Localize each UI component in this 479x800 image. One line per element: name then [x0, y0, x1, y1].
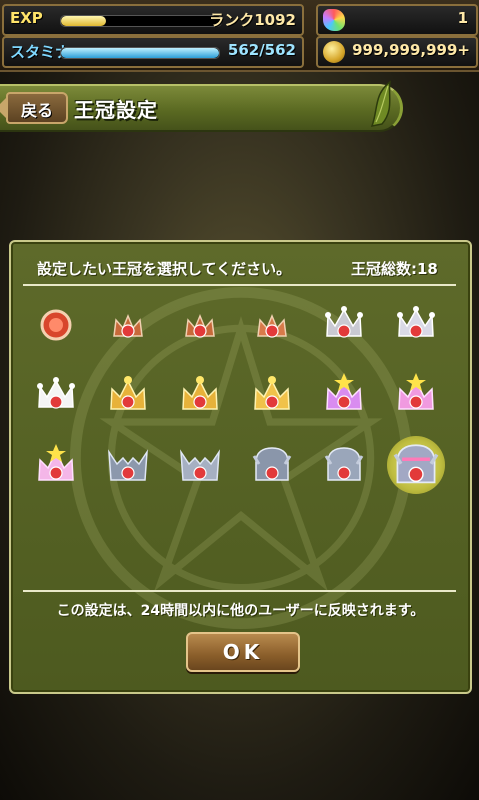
- magic-stone-icon: [323, 9, 345, 31]
- stamina-bar: [60, 47, 220, 59]
- crown-8-icon[interactable]: [103, 369, 153, 419]
- crown-14-icon[interactable]: [103, 440, 153, 490]
- instruction-text: 設定したい王冠を選択してください。: [37, 260, 292, 278]
- divider: [23, 284, 456, 286]
- crown-11-icon[interactable]: [319, 369, 369, 419]
- crown-10-icon[interactable]: [247, 369, 297, 419]
- stamina-panel: スタミナ 562/562: [2, 36, 304, 68]
- crown-count: 王冠総数:18: [351, 260, 438, 278]
- divider: [23, 590, 456, 592]
- crown-12-icon[interactable]: [391, 369, 441, 419]
- page-title: 王冠設定: [74, 98, 158, 122]
- coin-count: 999,999,999+: [352, 41, 470, 59]
- leaf-ornament-icon: [370, 80, 391, 127]
- crown-6-icon[interactable]: [391, 298, 441, 348]
- crown-1-icon[interactable]: [31, 298, 81, 348]
- coin-icon: [323, 41, 345, 63]
- back-label: 戻る: [20, 101, 53, 120]
- notice-text: この設定は、24時間以内に他のユーザーに反映されます。: [56, 603, 425, 619]
- crown-9-icon[interactable]: [175, 369, 225, 419]
- stamina-text: 562/562: [227, 41, 296, 59]
- crown-2-icon[interactable]: [103, 298, 153, 348]
- status-bar: EXP ランク1092 スタミナ 562/562 1 999,999,999+: [0, 0, 479, 72]
- coin-panel: 999,999,999+: [316, 36, 478, 68]
- title-bar: 戻る 王冠設定: [0, 84, 403, 132]
- ok-button[interactable]: OK: [186, 632, 300, 672]
- crown-select-panel: 設定したい王冠を選択してください。 王冠総数:18 この設定は、24時間以内に他…: [9, 240, 472, 694]
- exp-panel: EXP ランク1092: [2, 4, 304, 36]
- crown-13-icon[interactable]: [31, 440, 81, 490]
- crown-5-icon[interactable]: [319, 298, 369, 348]
- crown-15-icon[interactable]: [175, 440, 225, 490]
- exp-label: EXP: [10, 9, 43, 27]
- crown-16-icon[interactable]: [247, 440, 297, 490]
- magic-stone-count: 1: [457, 9, 468, 27]
- crown-4-icon[interactable]: [247, 298, 297, 348]
- stamina-bar-fill: [61, 48, 219, 58]
- magic-stone-panel[interactable]: 1: [316, 4, 478, 36]
- back-button[interactable]: 戻る: [0, 92, 68, 124]
- crown-17-icon[interactable]: [319, 440, 369, 490]
- rank-text: ランク1092: [209, 11, 296, 29]
- crown-7-icon[interactable]: [31, 369, 81, 419]
- crown-18-icon[interactable]: [387, 436, 445, 494]
- crown-grid: [25, 294, 455, 584]
- exp-bar-fill: [61, 16, 106, 26]
- ok-label: OK: [222, 640, 264, 664]
- crown-3-icon[interactable]: [175, 298, 225, 348]
- exp-bar: [60, 15, 222, 27]
